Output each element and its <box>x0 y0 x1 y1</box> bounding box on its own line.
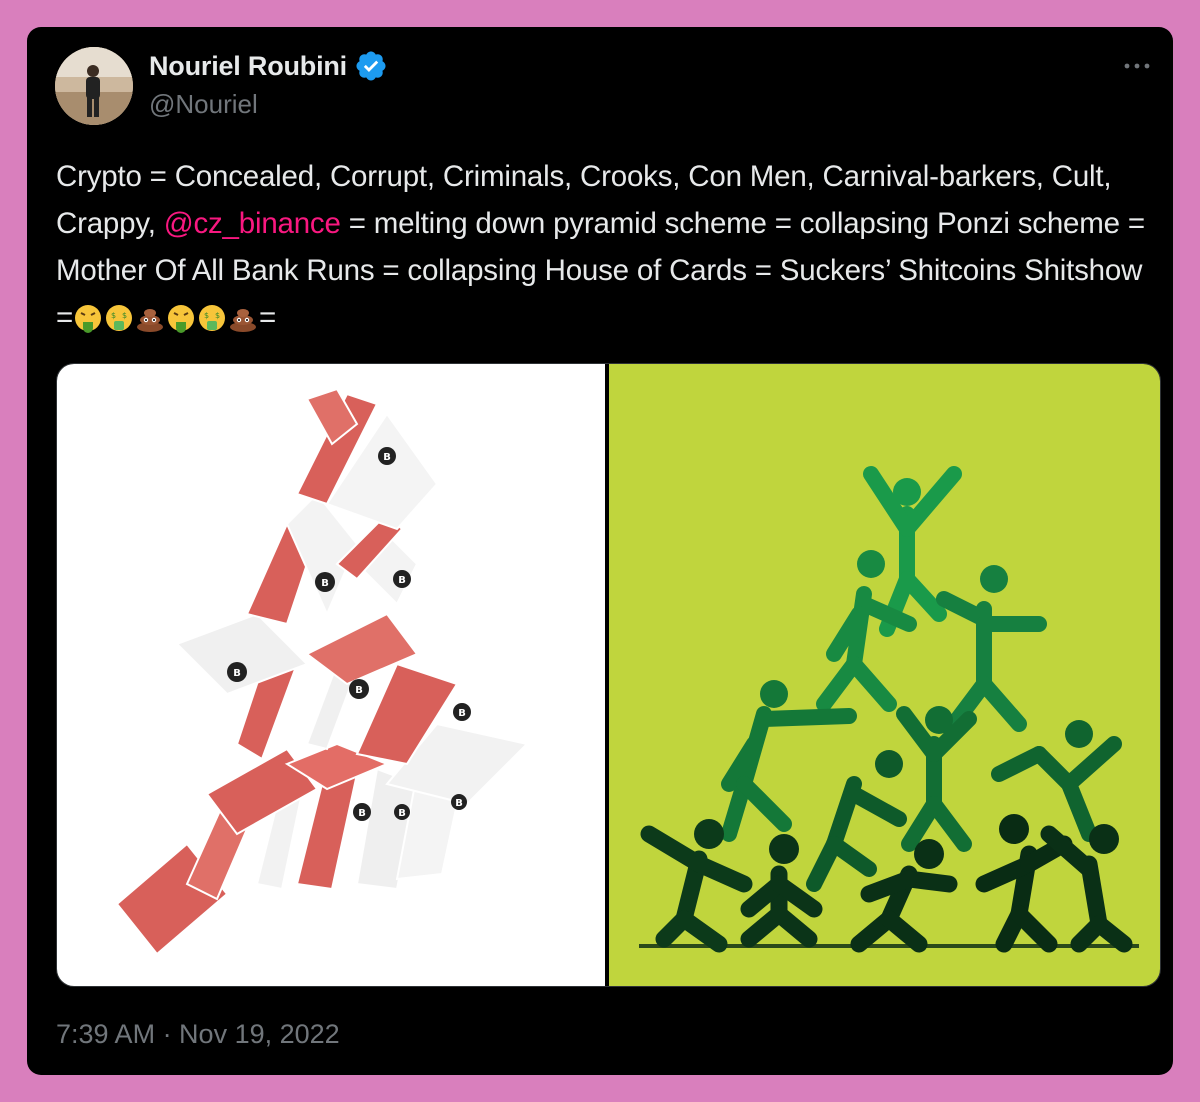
svg-text:$: $ <box>122 311 127 320</box>
author-handle[interactable]: @Nouriel <box>149 89 258 120</box>
nauseated-face-icon <box>168 305 195 333</box>
house-of-cards-illustration: B B B B B B B B B <box>115 387 529 956</box>
verified-badge-icon <box>356 51 386 81</box>
svg-text:B: B <box>398 808 406 819</box>
money-mouth-face-icon: $ $ <box>106 305 133 331</box>
more-options-icon[interactable] <box>1119 51 1155 81</box>
tweet-media[interactable]: B B B B B B B B B <box>56 363 1161 987</box>
tweet-card: Nouriel Roubini @Nouriel Crypto = Concea… <box>27 27 1173 1075</box>
svg-text:B: B <box>458 708 466 719</box>
svg-text:$: $ <box>111 311 116 320</box>
house-of-cards-bitcoin-image[interactable]: B B B B B B B B B <box>57 364 605 986</box>
nauseated-face-icon <box>75 305 102 333</box>
svg-text:B: B <box>321 578 329 589</box>
svg-text:B: B <box>455 798 463 809</box>
author-name-row: Nouriel Roubini <box>149 49 388 83</box>
svg-text:$: $ <box>215 311 220 320</box>
money-mouth-face-icon: $ $ <box>199 305 226 331</box>
svg-text:B: B <box>358 808 366 819</box>
avatar-photo <box>55 47 133 125</box>
avatar[interactable] <box>55 47 133 125</box>
mention-link[interactable]: @cz_binance <box>164 207 341 240</box>
svg-text:B: B <box>355 685 363 696</box>
svg-text:B: B <box>383 452 391 463</box>
svg-text:$: $ <box>204 311 209 320</box>
tweet-text-end: = <box>259 301 277 334</box>
tweet-timestamp[interactable]: 7:39 AM · Nov 19, 2022 <box>56 1019 340 1050</box>
pile-of-poo-icon <box>230 309 257 332</box>
svg-text:B: B <box>233 668 241 679</box>
human-pyramid-illustration <box>639 466 1139 953</box>
svg-text:B: B <box>398 575 406 586</box>
pile-of-poo-icon <box>137 309 164 332</box>
author-name[interactable]: Nouriel Roubini <box>149 51 347 82</box>
tweet-text: Crypto = Concealed, Corrupt, Criminals, … <box>56 153 1146 341</box>
collapsing-human-pyramid-image[interactable] <box>609 364 1160 986</box>
